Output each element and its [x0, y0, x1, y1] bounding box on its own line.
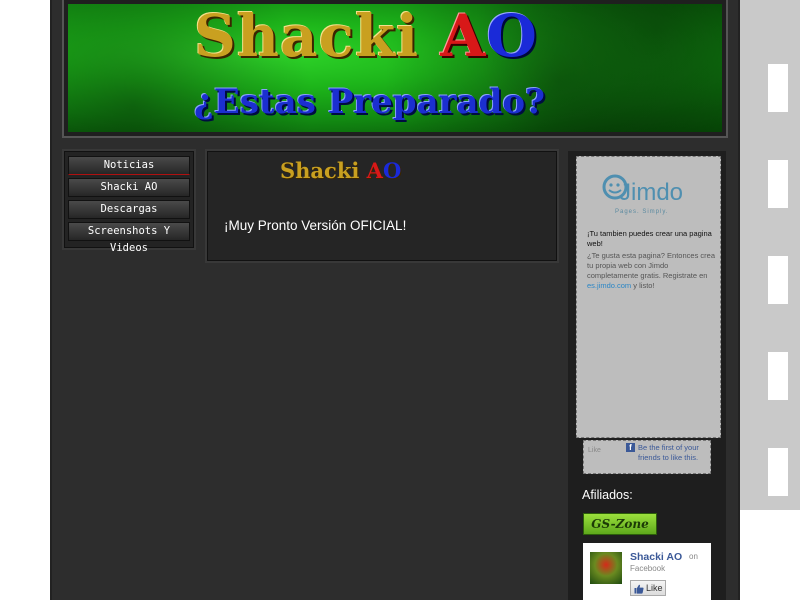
site-title: Shacki AO: [194, 2, 538, 70]
title-word: Shacki: [194, 2, 441, 70]
ad-link[interactable]: es.jimdo.com: [587, 281, 631, 290]
facebook-f-icon: f: [626, 443, 635, 452]
strip-block: [768, 448, 788, 496]
nav-item-screenshots-videos[interactable]: Screenshots Y Videos: [68, 222, 190, 254]
strip-block: [768, 256, 788, 304]
ad-body: ¿Te gusta esta pagina? Entonces crea tu …: [587, 251, 715, 291]
announcement-text: ¡Muy Pronto Versión OFICIAL!: [224, 218, 407, 233]
logo-word: Shacki: [280, 158, 367, 183]
jimdo-tagline: Pages. Simply.: [615, 209, 669, 215]
facebook-like-strip: Like f Be the first of your friends to l…: [583, 440, 711, 474]
affiliate-gs-zone-badge[interactable]: GS-Zone: [583, 513, 657, 535]
ad-heading: ¡Tu tambien puedes crear una pagina web!: [587, 229, 712, 248]
ad-body-end: y listo!: [631, 281, 655, 290]
title-letter-o: O: [486, 2, 538, 70]
site-subtitle: ¿Estas Preparado?: [194, 82, 545, 122]
nav-item-noticias[interactable]: Noticias: [68, 156, 190, 175]
fb-page-avatar[interactable]: [590, 552, 622, 584]
fb-friends-text: Be the first of your friends to like thi…: [638, 443, 699, 462]
fb-like-button[interactable]: Like: [630, 580, 666, 596]
header-banner: Shacki AO ¿Estas Preparado?: [62, 0, 728, 138]
fb-page-name[interactable]: Shacki AO: [630, 551, 682, 563]
ad-body-start: ¿Te gusta esta pagina? Entonces crea tu …: [587, 251, 715, 280]
fb-on-label: on: [689, 552, 698, 561]
strip-block: [768, 160, 788, 208]
content-logo: Shacki AO: [280, 158, 401, 183]
background-strip: [740, 0, 800, 510]
strip-block: [768, 352, 788, 400]
jimdo-wordmark: Jimdo: [619, 179, 684, 206]
affiliates-heading: Afiliados:: [582, 488, 633, 502]
title-letter-a: A: [440, 2, 487, 70]
fb-like-label: Like: [646, 583, 663, 593]
nav-item-shacki-ao[interactable]: Shacki AO: [68, 178, 190, 197]
logo-letter-a: A: [366, 158, 383, 183]
fb-platform-label: Facebook: [630, 564, 666, 573]
thumbs-up-icon: [634, 584, 644, 594]
jimdo-ad[interactable]: Jimdo Pages. Simply. ¡Tu tambien puedes …: [576, 156, 721, 438]
fb-like-small-button[interactable]: Like: [588, 447, 601, 454]
facebook-page-widget: Shacki AO on Facebook Like: [583, 543, 711, 600]
logo-letter-o: O: [382, 158, 402, 183]
main-content: Shacki AO ¡Muy Pronto Versión OFICIAL!: [207, 151, 557, 261]
nav-item-descargas[interactable]: Descargas: [68, 200, 190, 219]
strip-block: [768, 64, 788, 112]
main-navigation: Noticias Shacki AO Descargas Screenshots…: [64, 151, 194, 254]
